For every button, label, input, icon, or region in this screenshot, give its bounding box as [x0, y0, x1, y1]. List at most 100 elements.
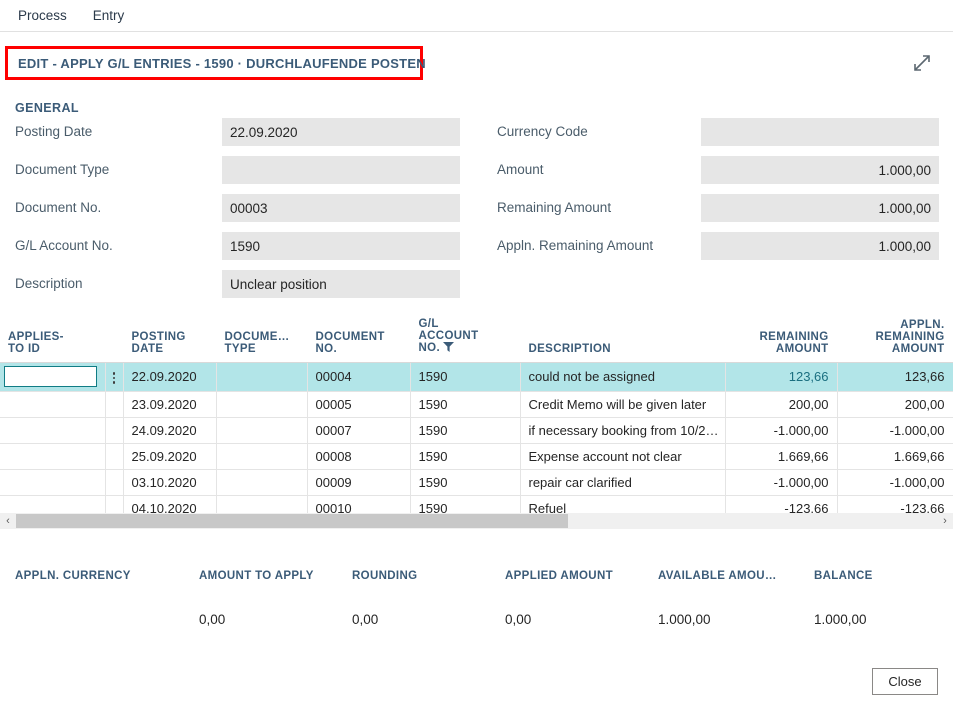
cell-document-no[interactable]: 00004: [307, 362, 410, 391]
cell-appln-remaining-amount[interactable]: 1.669,66: [837, 443, 953, 469]
expand-diagonal-icon[interactable]: [906, 48, 938, 78]
field-document-no: Document No. 00003: [15, 194, 460, 232]
col-header-applies-to-id[interactable]: APPLIES- TO ID: [0, 300, 123, 362]
field-label: Remaining Amount: [497, 200, 611, 215]
header-line: APPLIES-: [8, 331, 115, 343]
cell-posting-date[interactable]: 25.09.2020: [123, 443, 216, 469]
cell-document-type[interactable]: [216, 391, 307, 417]
cell-gl-account-no[interactable]: 1590: [410, 469, 520, 495]
cell-document-no[interactable]: 00005: [307, 391, 410, 417]
col-header-remaining-amount[interactable]: REMAINING AMOUNT: [725, 300, 837, 362]
table-header-row: APPLIES- TO ID POSTING DATE DOCUME… TYPE…: [0, 300, 953, 362]
cell-gl-account-no[interactable]: 1590: [410, 417, 520, 443]
document-type-input[interactable]: [222, 156, 460, 184]
menu-bar: Process Entry: [0, 0, 953, 32]
cell-remaining-amount[interactable]: -1.000,00: [725, 469, 837, 495]
cell-description[interactable]: Expense account not clear: [520, 443, 725, 469]
row-menu-icon[interactable]: [113, 365, 116, 391]
description-input[interactable]: Unclear position: [222, 270, 460, 298]
close-button[interactable]: Close: [872, 668, 938, 695]
col-header-gl-account-no[interactable]: G/L ACCOUNT NO.: [410, 300, 520, 362]
cell-appln-remaining-amount[interactable]: -1.000,00: [837, 469, 953, 495]
cell-remaining-amount[interactable]: -1.000,00: [725, 417, 837, 443]
applies-to-id-input[interactable]: [4, 366, 97, 387]
table-row[interactable]: 22.09.2020 000041590could not be assigned…: [0, 362, 953, 391]
cell-gl-account-no[interactable]: 1590: [410, 443, 520, 469]
summary-value-available-amount: 1.000,00: [658, 612, 711, 627]
amount-input[interactable]: 1.000,00: [701, 156, 939, 184]
cell-description[interactable]: could not be assigned: [520, 362, 725, 391]
cell-description[interactable]: if necessary booking from 10/2…: [520, 417, 725, 443]
summary-header-appln-currency: APPLN. CURRENCY: [15, 570, 131, 582]
cell-document-type[interactable]: [216, 443, 307, 469]
cell-applies-to-id[interactable]: [0, 417, 105, 443]
document-no-input[interactable]: 00003: [222, 194, 460, 222]
summary-header-rounding: ROUNDING: [352, 570, 417, 582]
cell-applies-to-id[interactable]: [0, 469, 105, 495]
cell-gl-account-no[interactable]: 1590: [410, 362, 520, 391]
cell-posting-date[interactable]: 03.10.2020: [123, 469, 216, 495]
table-row[interactable]: 25.09.2020 000081590Expense account not c…: [0, 443, 953, 469]
cell-gl-account-no[interactable]: 1590: [410, 391, 520, 417]
cell-appln-remaining-amount[interactable]: 200,00: [837, 391, 953, 417]
table-row[interactable]: 23.09.2020 000051590Credit Memo will be g…: [0, 391, 953, 417]
currency-code-input[interactable]: [701, 118, 939, 146]
cell-posting-date[interactable]: 23.09.2020: [123, 391, 216, 417]
scroll-right-arrow-icon[interactable]: ›: [937, 513, 953, 529]
general-section-label: GENERAL: [15, 101, 79, 115]
cell-remaining-amount[interactable]: 1.669,66: [725, 443, 837, 469]
cell-remaining-amount[interactable]: 200,00: [725, 391, 837, 417]
col-header-appln-remaining-amount[interactable]: APPLN. REMAINING AMOUNT: [837, 300, 953, 362]
cell-document-no[interactable]: 00009: [307, 469, 410, 495]
scrollbar-track[interactable]: [16, 513, 937, 529]
cell-document-type[interactable]: [216, 417, 307, 443]
cell-document-no[interactable]: 00008: [307, 443, 410, 469]
col-header-document-type[interactable]: DOCUME… TYPE: [216, 300, 307, 362]
page-title: EDIT - APPLY G/L ENTRIES - 1590 · DURCHL…: [8, 56, 426, 71]
header-line: TYPE: [225, 343, 299, 355]
col-header-document-no[interactable]: DOCUMENT NO.: [307, 300, 410, 362]
entries-grid: APPLIES- TO ID POSTING DATE DOCUME… TYPE…: [0, 300, 953, 522]
table-row[interactable]: 03.10.2020000091590repair car clarified-…: [0, 469, 953, 495]
posting-date-input[interactable]: 22.09.2020: [222, 118, 460, 146]
gl-account-no-input[interactable]: 1590: [222, 232, 460, 260]
appln-remaining-amount-input[interactable]: 1.000,00: [701, 232, 939, 260]
cell-row-menu[interactable]: [105, 443, 123, 469]
cell-remaining-amount[interactable]: 123,66: [725, 362, 837, 391]
cell-document-type[interactable]: [216, 469, 307, 495]
filter-icon[interactable]: [443, 342, 454, 355]
horizontal-scrollbar[interactable]: ‹ ›: [0, 513, 953, 529]
cell-row-menu[interactable]: [105, 417, 123, 443]
header-line: ACCOUNT: [419, 330, 512, 342]
scrollbar-thumb[interactable]: [16, 514, 568, 528]
cell-row-menu[interactable]: [105, 362, 123, 391]
cell-row-menu[interactable]: [105, 469, 123, 495]
menu-item-entry[interactable]: Entry: [83, 4, 135, 27]
table-row[interactable]: 24.09.2020 000071590if necessary booking …: [0, 417, 953, 443]
cell-description[interactable]: Credit Memo will be given later: [520, 391, 725, 417]
header-line: NO.: [316, 343, 402, 355]
remaining-amount-input[interactable]: 1.000,00: [701, 194, 939, 222]
field-appln-remaining-amount: Appln. Remaining Amount 1.000,00: [497, 232, 939, 270]
cell-applies-to-id[interactable]: [0, 391, 105, 417]
general-form: Posting Date 22.09.2020 Document Type Do…: [0, 118, 953, 298]
field-label: Description: [15, 276, 83, 291]
cell-description[interactable]: repair car clarified: [520, 469, 725, 495]
header-line: DESCRIPTION: [529, 343, 717, 355]
cell-document-no[interactable]: 00007: [307, 417, 410, 443]
col-header-posting-date[interactable]: POSTING DATE: [123, 300, 216, 362]
header-line: DATE: [132, 343, 208, 355]
menu-item-process[interactable]: Process: [8, 4, 77, 27]
scroll-left-arrow-icon[interactable]: ‹: [0, 513, 16, 529]
cell-posting-date[interactable]: 24.09.2020: [123, 417, 216, 443]
cell-applies-to-id[interactable]: [0, 362, 105, 391]
cell-appln-remaining-amount[interactable]: -1.000,00: [837, 417, 953, 443]
field-currency-code: Currency Code: [497, 118, 939, 156]
cell-posting-date[interactable]: 22.09.2020: [123, 362, 216, 391]
cell-appln-remaining-amount[interactable]: 123,66: [837, 362, 953, 391]
cell-applies-to-id[interactable]: [0, 443, 105, 469]
page-title-highlight: EDIT - APPLY G/L ENTRIES - 1590 · DURCHL…: [5, 46, 423, 80]
cell-row-menu[interactable]: [105, 391, 123, 417]
cell-document-type[interactable]: [216, 362, 307, 391]
col-header-description[interactable]: DESCRIPTION: [520, 300, 725, 362]
